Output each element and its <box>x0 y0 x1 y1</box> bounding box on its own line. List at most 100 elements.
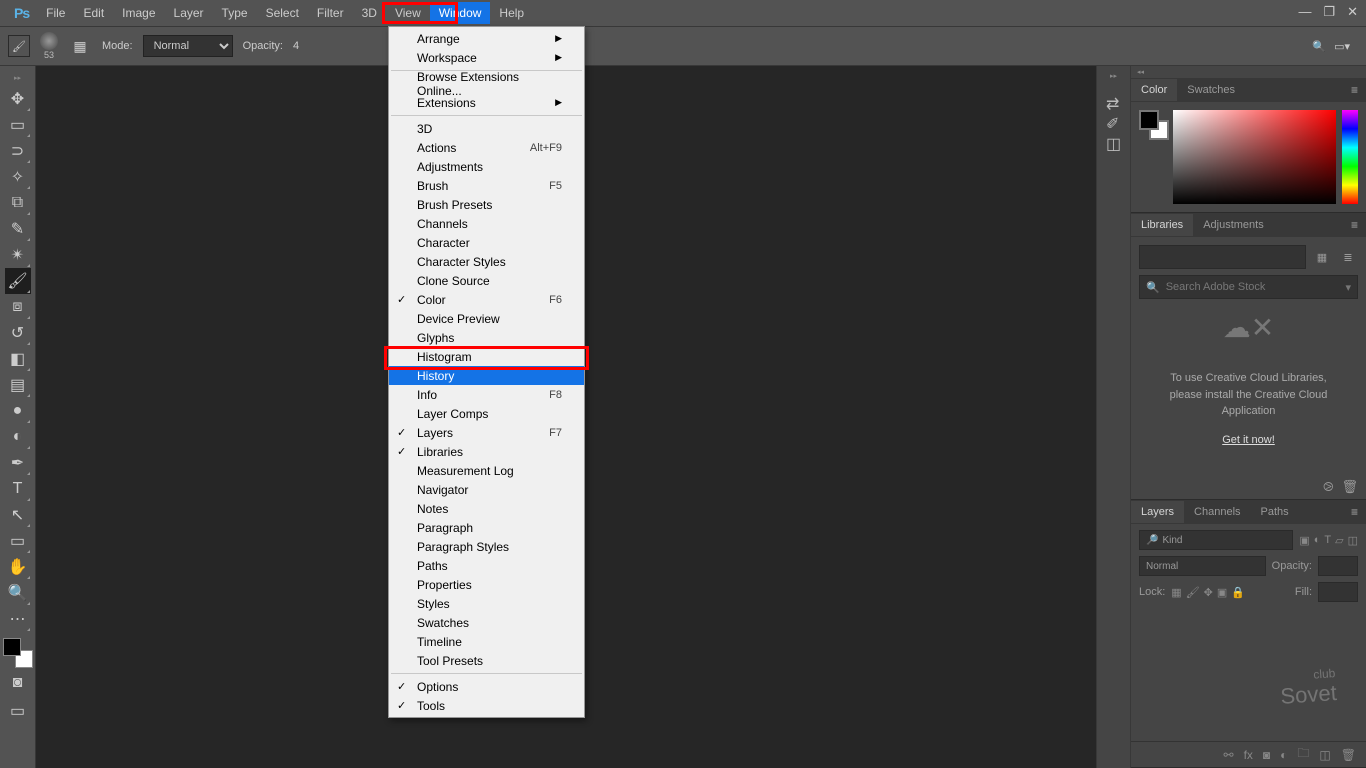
tool-brush[interactable]: 🖌 <box>5 268 31 294</box>
menu-item-history[interactable]: History <box>389 366 584 385</box>
link-layers-icon[interactable]: ⚯ <box>1224 748 1234 762</box>
menu-item-glyphs[interactable]: Glyphs <box>389 328 584 347</box>
menu-select[interactable]: Select <box>257 2 308 24</box>
tool-more[interactable]: ⋯ <box>5 606 31 632</box>
cc-install-link[interactable]: Get it now! <box>1222 434 1275 446</box>
stock-search[interactable]: 🔍 Search Adobe Stock ▾ <box>1139 275 1358 299</box>
tool-blur[interactable]: ● <box>5 398 31 424</box>
menu-item-paragraph[interactable]: Paragraph <box>389 518 584 537</box>
blend-mode[interactable]: Normal <box>1139 556 1266 576</box>
blend-mode-select[interactable]: Normal <box>143 35 233 57</box>
tool-dodge[interactable]: ◐ <box>5 424 31 450</box>
brush-panel-toggle[interactable]: ▦ <box>68 34 92 58</box>
tool-history-brush[interactable]: ↺ <box>5 320 31 346</box>
menu-item-timeline[interactable]: Timeline <box>389 632 584 651</box>
menu-view[interactable]: View <box>386 2 430 24</box>
foreground-background-color[interactable] <box>3 638 33 668</box>
filter-smart-icon[interactable]: ◫ <box>1348 534 1358 547</box>
menu-item-browse-extensions-online-[interactable]: Browse Extensions Online... <box>389 74 584 93</box>
quickmask-toggle[interactable]: ◙ <box>5 670 31 696</box>
tool-path-select[interactable]: ↖ <box>5 502 31 528</box>
menu-edit[interactable]: Edit <box>74 2 113 24</box>
filter-pixel-icon[interactable]: ▣ <box>1299 534 1309 547</box>
menu-item-extensions[interactable]: Extensions▶ <box>389 93 584 112</box>
tool-crop[interactable]: ⧉ <box>5 190 31 216</box>
menu-filter[interactable]: Filter <box>308 2 353 24</box>
brushes-panel-icon[interactable]: ✐ <box>1106 114 1121 134</box>
lock-all-icon[interactable]: 🔒 <box>1231 586 1245 599</box>
menu-item-character[interactable]: Character <box>389 233 584 252</box>
tool-marquee[interactable]: ▭ <box>5 112 31 138</box>
tool-hand[interactable]: ✋ <box>5 554 31 580</box>
panel-menu-icon[interactable]: ≡ <box>1343 83 1366 97</box>
tool-clone[interactable]: ⧈ <box>5 294 31 320</box>
tab-adjustments[interactable]: Adjustments <box>1193 214 1274 236</box>
menu-help[interactable]: Help <box>490 2 533 24</box>
tool-gradient[interactable]: ▤ <box>5 372 31 398</box>
menu-type[interactable]: Type <box>213 2 257 24</box>
3d-panel-icon[interactable]: ◫ <box>1106 134 1121 154</box>
menu-item-brush-presets[interactable]: Brush Presets <box>389 195 584 214</box>
active-tool-icon[interactable]: 🖌 <box>8 35 30 57</box>
tab-color[interactable]: Color <box>1131 79 1177 101</box>
tool-move[interactable]: ✥ <box>5 86 31 112</box>
mask-icon[interactable]: ◙ <box>1263 748 1270 762</box>
menu-item-layers[interactable]: ✓LayersF7 <box>389 423 584 442</box>
workspace-switcher[interactable]: ▭▾ <box>1334 40 1350 53</box>
close-button[interactable]: ✕ <box>1347 4 1358 20</box>
menu-item-notes[interactable]: Notes <box>389 499 584 518</box>
menu-item-character-styles[interactable]: Character Styles <box>389 252 584 271</box>
menu-item-navigator[interactable]: Navigator <box>389 480 584 499</box>
history-panel-icon[interactable]: ⇄ <box>1106 94 1121 114</box>
trash-icon[interactable]: 🗑 <box>1341 479 1358 495</box>
list-view-icon[interactable]: ≣ <box>1338 247 1358 267</box>
tool-eraser[interactable]: ◧ <box>5 346 31 372</box>
tool-rect[interactable]: ▭ <box>5 528 31 554</box>
menu-item-paths[interactable]: Paths <box>389 556 584 575</box>
tool-zoom[interactable]: 🔍 <box>5 580 31 606</box>
menu-item-brush[interactable]: BrushF5 <box>389 176 584 195</box>
layer-filter-kind[interactable]: 🔎 Kind <box>1139 530 1293 550</box>
opacity-value[interactable]: 4 <box>293 40 299 52</box>
menu-item-libraries[interactable]: ✓Libraries <box>389 442 584 461</box>
tool-eyedropper[interactable]: ✎ <box>5 216 31 242</box>
adjustment-icon[interactable]: ◐ <box>1280 748 1287 762</box>
menu-window[interactable]: Window <box>430 2 491 24</box>
menu-item-measurement-log[interactable]: Measurement Log <box>389 461 584 480</box>
panel-menu-icon[interactable]: ≡ <box>1343 218 1366 232</box>
screenmode-toggle[interactable]: ▭ <box>5 698 31 724</box>
library-select[interactable] <box>1139 245 1306 269</box>
tab-libraries[interactable]: Libraries <box>1131 214 1193 236</box>
menu-item-adjustments[interactable]: Adjustments <box>389 157 584 176</box>
tool-magic-wand[interactable]: ✧ <box>5 164 31 190</box>
cloud-icon[interactable]: ⧁ <box>1323 479 1333 495</box>
menu-layer[interactable]: Layer <box>165 2 213 24</box>
menu-item-paragraph-styles[interactable]: Paragraph Styles <box>389 537 584 556</box>
tool-lasso[interactable]: ⊃ <box>5 138 31 164</box>
minimize-button[interactable]: — <box>1298 4 1311 20</box>
hue-slider[interactable] <box>1342 110 1358 204</box>
menu-item-styles[interactable]: Styles <box>389 594 584 613</box>
fx-icon[interactable]: fx <box>1244 748 1253 762</box>
menu-item-tool-presets[interactable]: Tool Presets <box>389 651 584 670</box>
grid-view-icon[interactable]: ▦ <box>1312 247 1332 267</box>
maximize-button[interactable]: ❐ <box>1323 4 1335 20</box>
tab-layers[interactable]: Layers <box>1131 501 1184 523</box>
menu-item-clone-source[interactable]: Clone Source <box>389 271 584 290</box>
lock-artboard-icon[interactable]: ▣ <box>1217 586 1227 599</box>
menu-item-tools[interactable]: ✓Tools <box>389 696 584 715</box>
menu-item-properties[interactable]: Properties <box>389 575 584 594</box>
menu-item-actions[interactable]: ActionsAlt+F9 <box>389 138 584 157</box>
menu-item-color[interactable]: ✓ColorF6 <box>389 290 584 309</box>
brush-preset-picker[interactable]: 53 <box>40 32 58 60</box>
menu-file[interactable]: File <box>37 2 74 24</box>
menu-item-info[interactable]: InfoF8 <box>389 385 584 404</box>
new-layer-icon[interactable]: ◫ <box>1319 748 1330 762</box>
color-fgbg[interactable] <box>1139 110 1167 204</box>
tool-pen[interactable]: ✒ <box>5 450 31 476</box>
lock-transparent-icon[interactable]: ▦ <box>1171 586 1181 599</box>
filter-adjust-icon[interactable]: ◐ <box>1314 534 1321 547</box>
menu-item-histogram[interactable]: Histogram <box>389 347 584 366</box>
tab-paths[interactable]: Paths <box>1251 501 1299 523</box>
tab-swatches[interactable]: Swatches <box>1177 79 1245 101</box>
